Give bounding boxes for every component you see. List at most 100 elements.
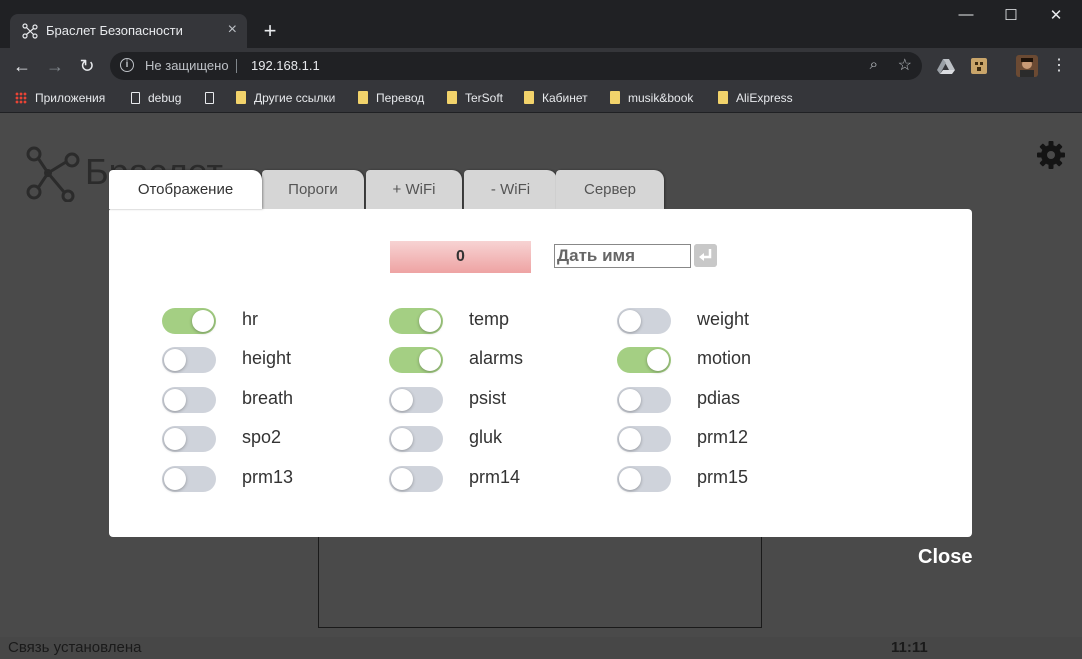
toggle-prm15[interactable] <box>617 466 671 492</box>
toggle-knob <box>419 310 441 332</box>
minimize-button[interactable]: — <box>951 6 981 23</box>
reload-icon[interactable]: ↻ <box>75 54 99 78</box>
folder-icon <box>447 91 457 105</box>
info-icon[interactable]: i <box>120 58 134 72</box>
toggle-gluk[interactable] <box>389 426 443 452</box>
url-text[interactable]: 192.168.1.1 <box>251 58 320 73</box>
bookmark-translate[interactable]: Перевод <box>358 90 424 106</box>
toggle-knob <box>619 468 641 490</box>
bookmark-tersoft[interactable]: TerSoft <box>447 90 503 106</box>
toggle-prm12[interactable] <box>617 426 671 452</box>
toggle-alarms[interactable] <box>389 347 443 373</box>
toggle-label-prm15: prm15 <box>697 467 749 487</box>
gear-icon[interactable] <box>1036 140 1066 170</box>
toggle-label-psist: psist <box>469 388 507 408</box>
folder-icon <box>358 91 368 105</box>
close-button[interactable]: Close <box>918 546 972 569</box>
toggle-knob <box>391 428 413 450</box>
tab-remove-wifi[interactable]: - WiFi <box>464 170 557 209</box>
toggle-label-weight: weight <box>697 309 750 329</box>
tab-close-icon[interactable]: × <box>228 21 237 39</box>
forward-arrow-icon[interactable]: → <box>43 54 67 78</box>
connection-status: Связь установлена <box>8 639 142 656</box>
bookmark-musik-book[interactable]: musik&book <box>610 90 693 106</box>
toggle-knob <box>164 428 186 450</box>
new-tab-button[interactable]: + <box>258 19 282 43</box>
network-favicon-icon <box>22 23 38 39</box>
page-icon <box>131 91 140 104</box>
profile-avatar[interactable] <box>1016 55 1038 77</box>
bookmark-unnamed[interactable] <box>205 90 222 106</box>
toggle-prm13[interactable] <box>162 466 216 492</box>
folder-icon <box>236 91 246 105</box>
folder-icon <box>718 91 728 105</box>
browser-menu-icon[interactable]: ⋮ <box>1047 54 1071 78</box>
bookmark-other-links[interactable]: Другие ссылки <box>236 90 335 106</box>
drive-extension-icon[interactable] <box>936 56 956 76</box>
toggle-knob <box>619 428 641 450</box>
browser-tab[interactable]: Браслет Безопасности × <box>10 14 247 48</box>
toggle-knob <box>619 310 641 332</box>
toggle-label-prm12: prm12 <box>697 427 749 447</box>
bookmark-debug[interactable]: debug <box>131 90 181 106</box>
security-status[interactable]: Не защищено <box>145 58 229 73</box>
counter-display: 0 <box>390 241 531 273</box>
toggle-knob <box>391 389 413 411</box>
bookmark-cabinet[interactable]: Кабинет <box>524 90 588 106</box>
toggle-label-hr: hr <box>242 309 259 329</box>
toggle-label-alarms: alarms <box>469 348 524 368</box>
browser-titlebar: Браслет Безопасности × + — ☐ ✕ <box>0 0 1082 48</box>
folder-icon <box>610 91 620 105</box>
name-input[interactable] <box>554 244 691 268</box>
toggle-label-pdias: pdias <box>697 388 741 408</box>
extension-icon[interactable] <box>969 56 989 76</box>
toggle-prm14[interactable] <box>389 466 443 492</box>
toggle-knob <box>164 468 186 490</box>
zoom-icon[interactable]: ⌕ <box>870 56 878 73</box>
toggle-hr[interactable] <box>162 308 216 334</box>
settings-modal: 0 hr temp weight height alarms motion breath ps… <box>109 209 972 537</box>
tab-thresholds[interactable]: Пороги <box>262 170 364 209</box>
page-icon <box>205 91 214 104</box>
toggle-height[interactable] <box>162 347 216 373</box>
toggle-label-prm13: prm13 <box>242 467 294 487</box>
toggle-knob <box>419 349 441 371</box>
toggle-knob <box>192 310 214 332</box>
clock: 11:11 <box>891 639 928 656</box>
toggle-label-breath: breath <box>242 388 294 408</box>
toggle-psist[interactable] <box>389 387 443 413</box>
status-bar: Связь установлена 11:11 <box>0 637 1082 659</box>
toggle-spo2[interactable] <box>162 426 216 452</box>
bookmark-aliexpress[interactable]: AliExpress <box>718 90 793 106</box>
bookmark-star-icon[interactable]: ☆ <box>898 55 912 75</box>
window-close-button[interactable]: ✕ <box>1041 6 1071 24</box>
toggle-knob <box>164 389 186 411</box>
toggle-label-gluk: gluk <box>469 427 503 447</box>
toggle-label-temp: temp <box>469 309 510 329</box>
toggle-temp[interactable] <box>389 308 443 334</box>
omnibox-separator <box>236 59 237 73</box>
apps-icon <box>15 91 27 104</box>
toggle-weight[interactable] <box>617 308 671 334</box>
network-logo-icon <box>26 146 80 202</box>
tab-title: Браслет Безопасности <box>46 23 183 38</box>
toggle-breath[interactable] <box>162 387 216 413</box>
address-bar[interactable]: i Не защищено 192.168.1.1 ⌕ ☆ <box>110 52 922 80</box>
toggle-pdias[interactable] <box>617 387 671 413</box>
browser-toolbar: ← → ↻ i Не защищено 192.168.1.1 ⌕ ☆ ⋮ <box>0 48 1082 84</box>
toggle-label-prm14: prm14 <box>469 467 521 487</box>
toggle-knob <box>164 349 186 371</box>
enter-icon[interactable] <box>694 244 717 267</box>
toggle-label-motion: motion <box>697 348 752 368</box>
toggle-knob <box>391 468 413 490</box>
toggle-knob <box>619 389 641 411</box>
back-arrow-icon[interactable]: ← <box>10 54 34 78</box>
tab-display[interactable]: Отображение <box>109 170 262 209</box>
maximize-button[interactable]: ☐ <box>996 6 1026 24</box>
tab-server[interactable]: Сервер <box>556 170 664 209</box>
tab-add-wifi[interactable]: + WiFi <box>366 170 462 209</box>
background-panel <box>318 533 762 628</box>
bookmark-apps[interactable]: Приложения <box>15 90 105 106</box>
toggle-motion[interactable] <box>617 347 671 373</box>
toggle-label-spo2: spo2 <box>242 427 282 447</box>
